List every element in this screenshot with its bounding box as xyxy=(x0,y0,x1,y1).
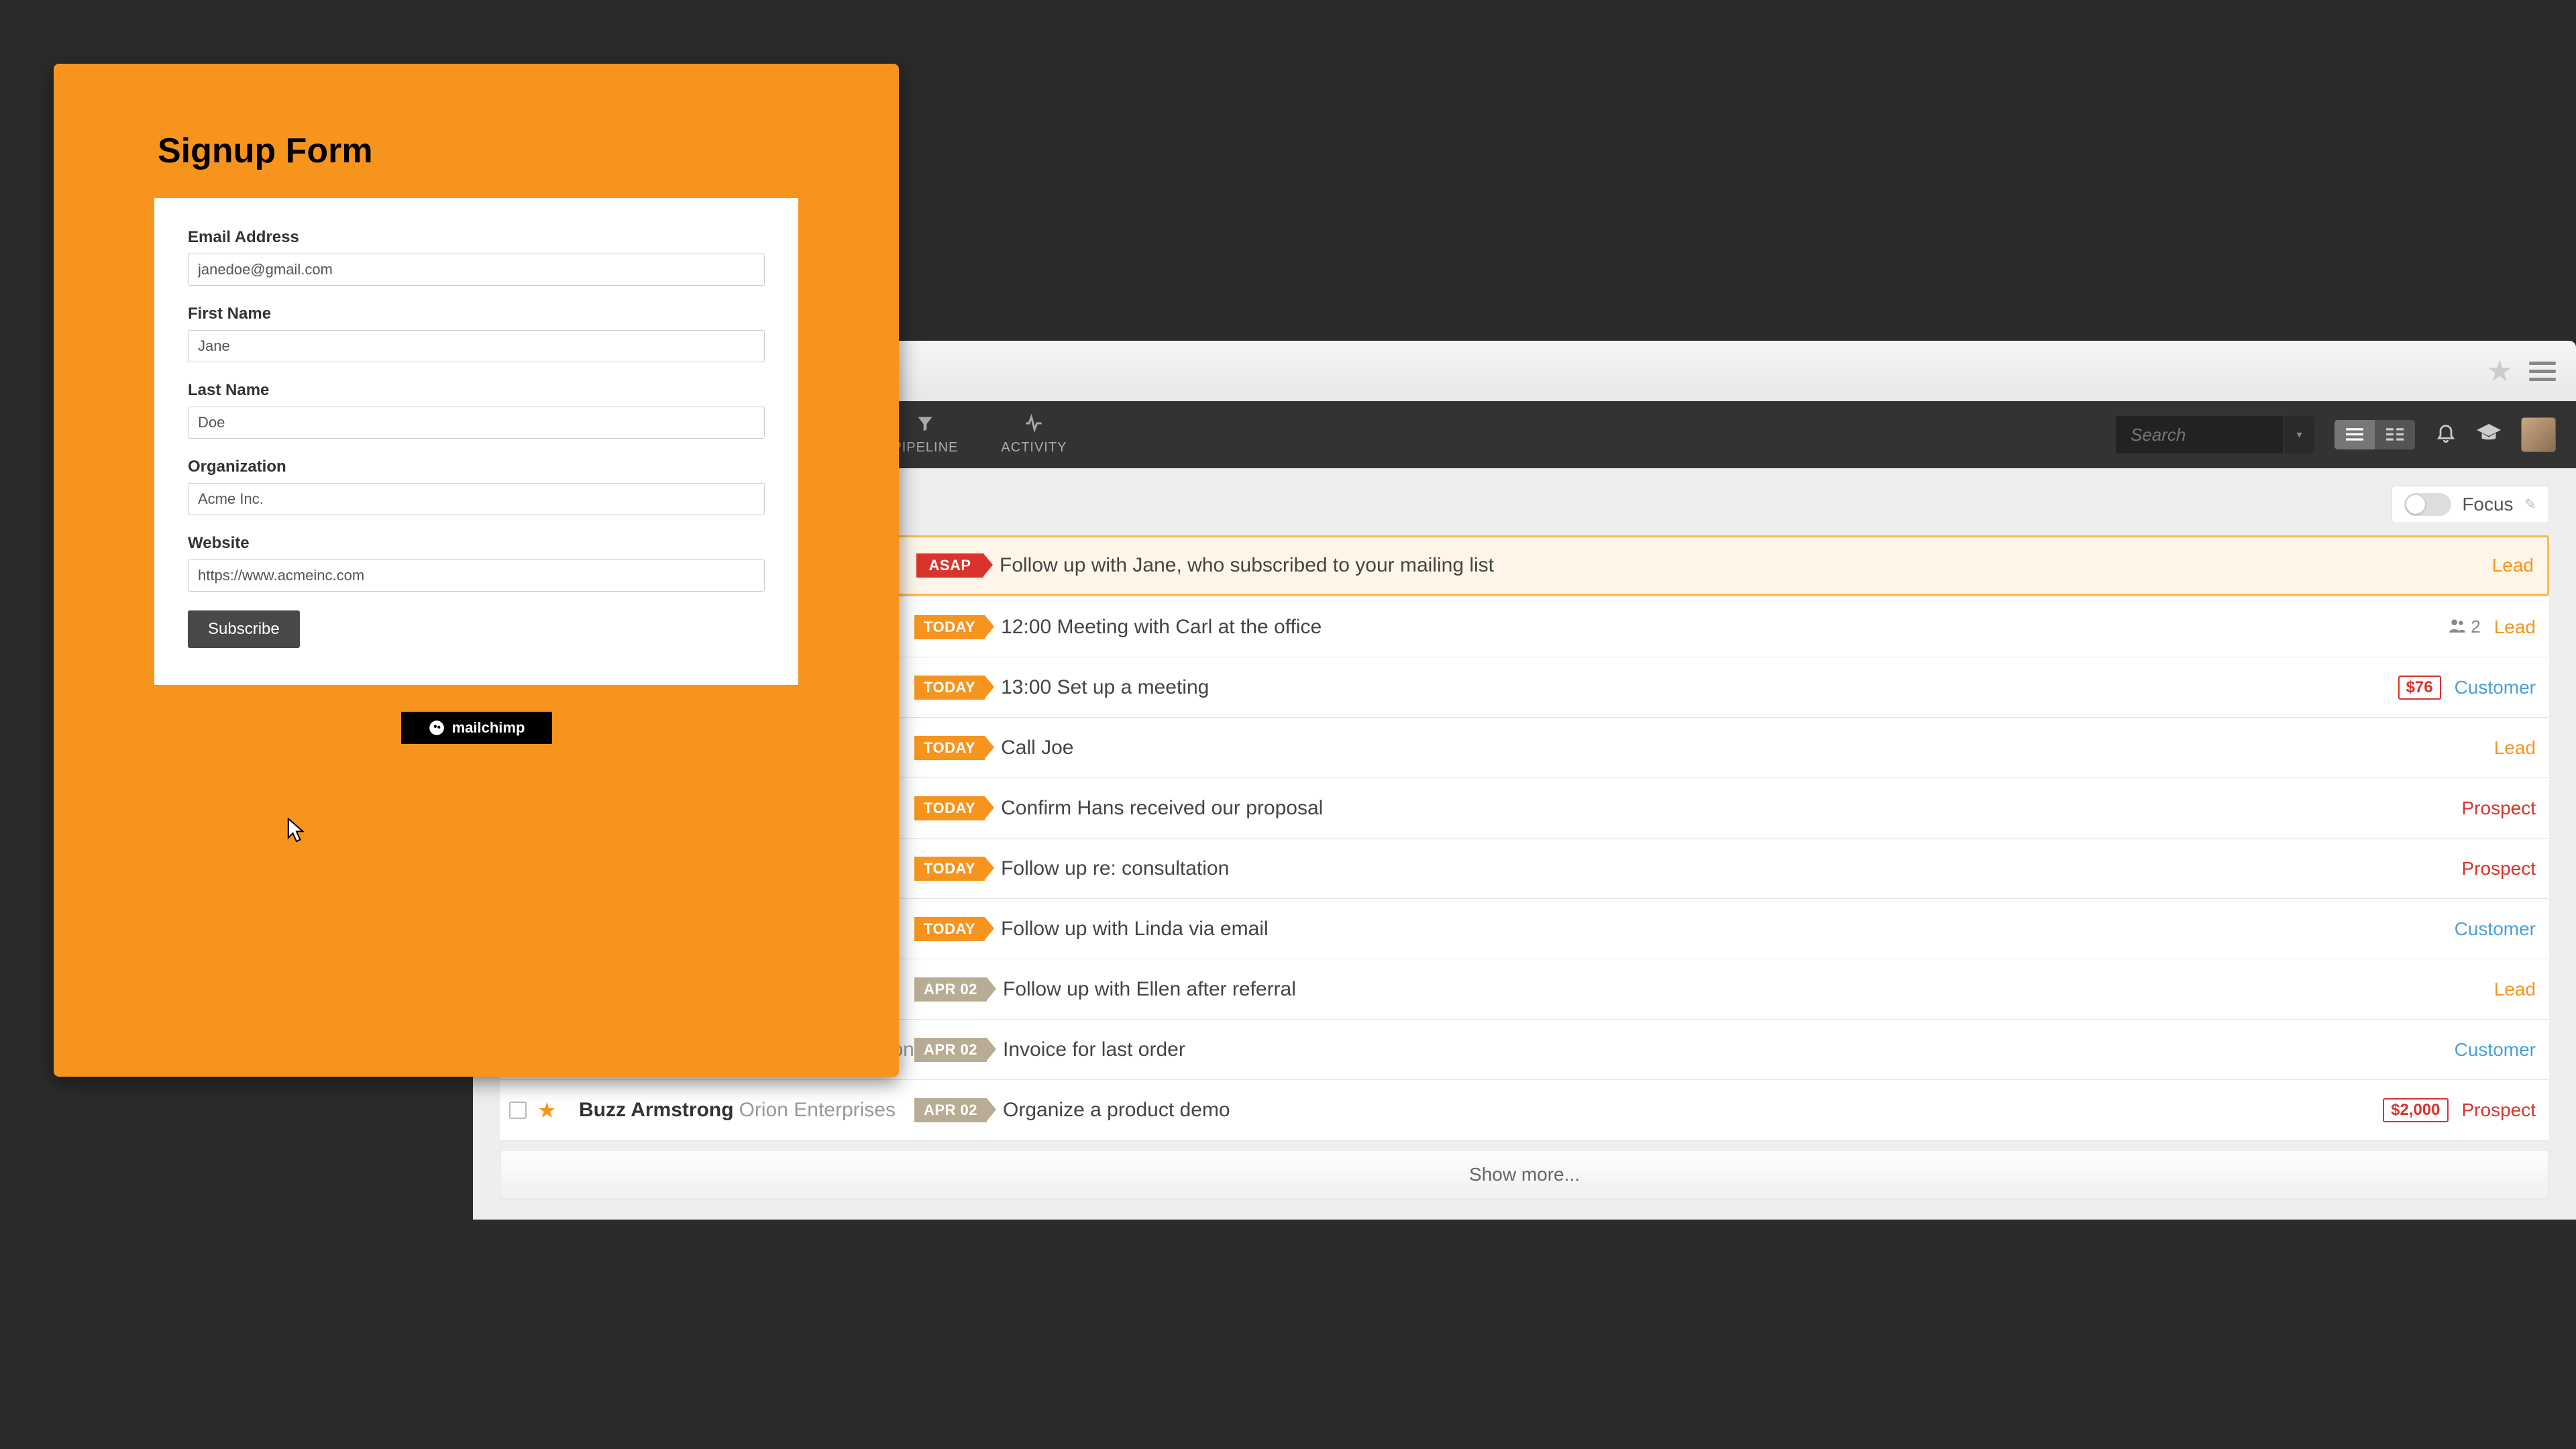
tab-activity[interactable]: ACTIVITY xyxy=(979,401,1088,468)
status-badge: Lead xyxy=(2494,616,2536,638)
status-badge: Lead xyxy=(2492,555,2534,576)
organization-field[interactable] xyxy=(188,483,765,515)
row-description: Follow up with Ellen after referral xyxy=(1003,978,2494,1001)
search-box: ▾ xyxy=(2116,416,2314,453)
row-description: Follow up with Jane, who subscribed to y… xyxy=(1000,554,2492,577)
view-list-button[interactable] xyxy=(2334,420,2375,449)
status-badge: Lead xyxy=(2494,979,2536,1000)
date-badge: ASAP xyxy=(916,553,983,578)
date-badge: TODAY xyxy=(914,676,985,700)
email-field[interactable] xyxy=(188,254,765,286)
mailchimp-icon xyxy=(428,719,445,737)
date-badge: TODAY xyxy=(914,736,985,760)
row-meta: Customer xyxy=(2455,918,2536,940)
status-badge: Prospect xyxy=(2462,858,2536,879)
row-checkbox[interactable] xyxy=(509,1102,527,1119)
organization-label: Organization xyxy=(188,458,765,476)
date-badge: TODAY xyxy=(914,917,985,941)
subscribe-button[interactable]: Subscribe xyxy=(188,610,300,648)
mailchimp-label: mailchimp xyxy=(452,719,525,737)
mouse-cursor-icon xyxy=(287,818,306,843)
row-meta: Prospect xyxy=(2462,798,2536,819)
last-name-field[interactable] xyxy=(188,407,765,439)
row-description: Call Joe xyxy=(1001,737,2494,759)
row-meta: Lead xyxy=(2494,737,2536,759)
focus-control: Focus ✎ xyxy=(2392,486,2549,523)
row-meta: Customer xyxy=(2455,1039,2536,1061)
hamburger-menu-icon[interactable] xyxy=(2529,362,2556,381)
avatar[interactable] xyxy=(2521,417,2556,452)
focus-label: Focus xyxy=(2462,494,2513,515)
row-description: Invoice for last order xyxy=(1003,1038,2455,1061)
graduation-cap-icon[interactable] xyxy=(2477,421,2501,449)
star-icon[interactable]: ★ xyxy=(537,1097,560,1123)
row-name: Buzz ArmstrongOrion Enterprises xyxy=(579,1099,914,1122)
show-more-button[interactable]: Show more... xyxy=(500,1150,2549,1199)
status-badge: Prospect xyxy=(2462,798,2536,819)
row-meta: 2 Lead xyxy=(2449,616,2536,638)
email-label: Email Address xyxy=(188,228,765,247)
people-count-icon: 2 xyxy=(2449,616,2481,637)
bell-icon[interactable] xyxy=(2435,421,2457,449)
first-name-label: First Name xyxy=(188,305,765,323)
row-meta: $76 Customer xyxy=(2398,676,2536,700)
amount-tag: $76 xyxy=(2398,676,2441,700)
search-input[interactable] xyxy=(2116,425,2284,445)
pencil-icon[interactable]: ✎ xyxy=(2524,496,2536,513)
pulse-icon xyxy=(1024,414,1043,437)
mailchimp-badge: mailchimp xyxy=(401,712,552,744)
amount-tag: $2,000 xyxy=(2383,1098,2448,1122)
row-meta: $2,000 Prospect xyxy=(2383,1098,2536,1122)
signup-card: Email Address First Name Last Name Organ… xyxy=(154,198,798,685)
row-description: 13:00 Set up a meeting xyxy=(1001,676,2398,699)
view-toggle xyxy=(2334,420,2415,449)
row-description: Follow up with Linda via email xyxy=(1001,918,2455,941)
date-badge: APR 02 xyxy=(914,1098,987,1122)
view-split-button[interactable] xyxy=(2375,420,2415,449)
row-description: Organize a product demo xyxy=(1003,1099,2383,1122)
date-badge: TODAY xyxy=(914,615,985,639)
status-badge: Customer xyxy=(2455,1039,2536,1061)
row-meta: Prospect xyxy=(2462,858,2536,879)
row-description: Confirm Hans received our proposal xyxy=(1001,797,2461,820)
date-badge: TODAY xyxy=(914,796,985,820)
stream-row[interactable]: ★ Buzz ArmstrongOrion EnterprisesAPR 02 Or… xyxy=(500,1080,2549,1140)
search-dropdown-toggle[interactable]: ▾ xyxy=(2284,416,2314,453)
row-meta: Lead xyxy=(2492,555,2534,576)
first-name-field[interactable] xyxy=(188,330,765,362)
status-badge: Prospect xyxy=(2462,1099,2536,1121)
bookmark-star-icon[interactable]: ★ xyxy=(2487,354,2513,388)
row-meta: Lead xyxy=(2494,979,2536,1000)
date-badge: APR 02 xyxy=(914,977,987,1002)
last-name-label: Last Name xyxy=(188,381,765,400)
website-field[interactable] xyxy=(188,559,765,592)
status-badge: Lead xyxy=(2494,737,2536,759)
date-badge: APR 02 xyxy=(914,1038,987,1062)
status-badge: Customer xyxy=(2455,677,2536,698)
status-badge: Customer xyxy=(2455,918,2536,940)
signup-form-panel: Signup Form Email Address First Name Las… xyxy=(54,64,899,1077)
funnel-icon xyxy=(916,414,934,437)
focus-toggle[interactable] xyxy=(2404,493,2451,516)
website-label: Website xyxy=(188,534,765,553)
date-badge: TODAY xyxy=(914,857,985,881)
signup-title: Signup Form xyxy=(158,131,899,171)
row-description: Follow up re: consultation xyxy=(1001,857,2461,880)
row-description: 12:00 Meeting with Carl at the office xyxy=(1001,616,2449,639)
